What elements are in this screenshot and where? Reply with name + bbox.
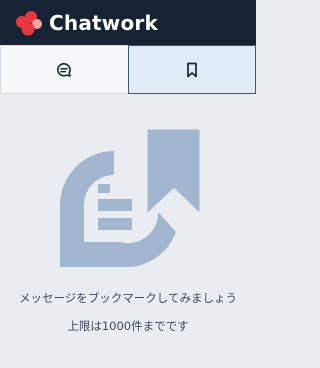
- brand-name: Chatwork: [49, 10, 158, 35]
- bookmark-icon: [186, 62, 197, 77]
- app-header: Chatwork: [0, 0, 256, 45]
- tab-bookmark[interactable]: [127, 45, 256, 94]
- chatwork-logo-icon: [16, 10, 42, 35]
- tab-chat[interactable]: [0, 45, 128, 94]
- bookmark-empty-state: メッセージをブックマークしてみましょう 上限は1000件までです: [0, 94, 256, 368]
- bookmark-message-illustration: [60, 126, 203, 267]
- chat-bubble-icon: [57, 62, 72, 77]
- empty-state-message: メッセージをブックマークしてみましょう: [19, 291, 237, 305]
- bookmark-limit-note: 上限は1000件までです: [67, 319, 189, 333]
- tab-bar: [0, 45, 256, 94]
- chatwork-logo[interactable]: Chatwork: [14, 10, 158, 36]
